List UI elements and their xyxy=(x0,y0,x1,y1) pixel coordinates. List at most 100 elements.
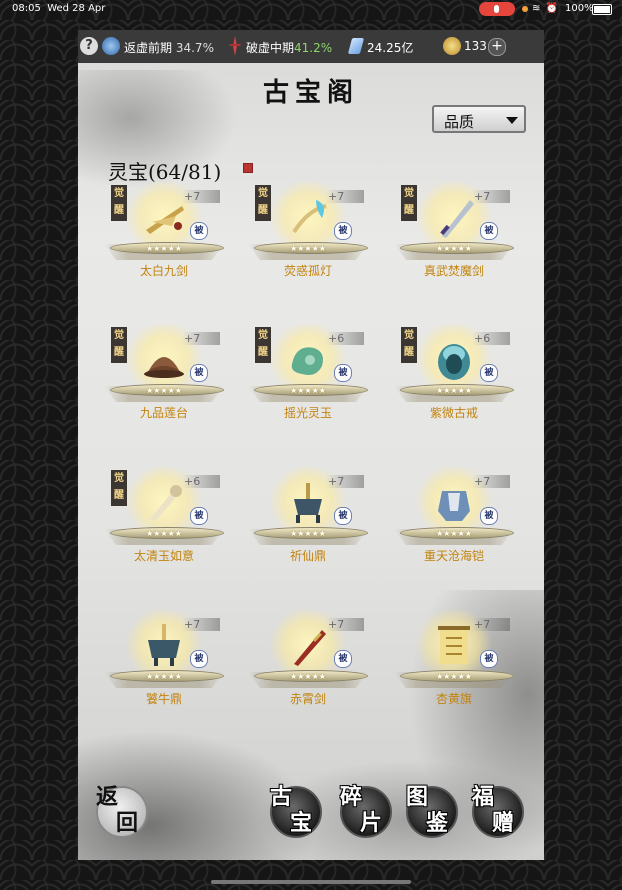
jade-icon xyxy=(291,347,323,375)
section-heading: 灵宝(64/81) xyxy=(108,160,222,184)
star-rating: ★★★★★ xyxy=(436,386,472,395)
treasure-tab-button[interactable]: 古宝 xyxy=(270,784,322,838)
cauldron-icon xyxy=(294,483,322,523)
banner-icon xyxy=(438,626,470,664)
passive-badge: 被 xyxy=(480,650,498,668)
passive-badge: 被 xyxy=(190,650,208,668)
enhance-level: +7 xyxy=(182,332,220,345)
treasure-item-card[interactable]: 觉醒 +7 被 ★★★★★ 真武焚魔剑 xyxy=(394,182,514,292)
chevron-down-icon xyxy=(506,117,518,124)
treasure-item-card[interactable]: 觉醒 +6 被 ★★★★★ 摇光灵玉 xyxy=(248,324,368,434)
coin-count: 133 xyxy=(464,39,487,53)
treasure-item-card[interactable]: 觉醒 +7 被 ★★★★★ 荧惑孤灯 xyxy=(248,182,368,292)
star-rating: ★★★★★ xyxy=(146,244,182,253)
battery-percent: 100% xyxy=(565,3,594,14)
star-rating: ★★★★★ xyxy=(290,244,326,253)
quality-filter-dropdown[interactable]: 品质 xyxy=(432,105,526,133)
enhance-level: +7 xyxy=(182,190,220,203)
passive-badge: 被 xyxy=(334,364,352,382)
wifi-alarm-icons: ≋ ⏰ xyxy=(532,3,560,14)
awakened-tag: 觉醒 xyxy=(255,185,271,221)
item-name: 太清玉如意 xyxy=(133,549,194,563)
enhance-level: +7 xyxy=(182,618,220,631)
passive-badge: 被 xyxy=(480,507,498,525)
sword-emblem-icon xyxy=(229,36,241,56)
home-indicator[interactable] xyxy=(211,880,411,884)
enhance-level: +7 xyxy=(472,475,510,488)
passive-badge: 被 xyxy=(480,222,498,240)
realm-progress-1: 返虚前期 34.7% xyxy=(124,41,214,55)
treasure-item-card[interactable]: 觉醒 +6 被 ★★★★★ 太清玉如意 xyxy=(104,467,224,577)
sword-icon xyxy=(440,200,474,238)
item-name: 重天沧海铠 xyxy=(423,549,484,563)
game-screen: ? 返虚前期 34.7% 破虚中期41.2% 24.25亿 133 + 古宝阁 … xyxy=(78,30,544,860)
passive-badge: 被 xyxy=(480,364,498,382)
passive-badge: 被 xyxy=(334,650,352,668)
star-rating: ★★★★★ xyxy=(146,529,182,538)
add-coins-button[interactable]: + xyxy=(488,38,506,56)
battery-icon xyxy=(592,4,612,15)
enhance-level: +7 xyxy=(326,475,364,488)
item-name: 赤霄剑 xyxy=(289,692,326,706)
cauldron2-icon xyxy=(148,624,180,666)
armor-icon xyxy=(438,491,470,521)
item-name: 饕牛鼎 xyxy=(145,692,182,706)
microphone-indicator-icon xyxy=(479,2,515,16)
realm-progress-2: 破虚中期41.2% xyxy=(246,41,333,55)
item-name: 真武焚魔剑 xyxy=(423,264,484,278)
lotus-icon xyxy=(144,357,184,378)
treasure-item-card[interactable]: 觉醒 +7 被 ★★★★★ 九品莲台 xyxy=(104,324,224,434)
treasure-item-card[interactable]: 觉醒 +6 被 ★★★★★ 紫微古戒 xyxy=(394,324,514,434)
resource-bar: ? 返虚前期 34.7% 破虚中期41.2% 24.25亿 133 + xyxy=(78,30,544,63)
red-sword-icon xyxy=(294,630,326,666)
enhance-level: +7 xyxy=(326,190,364,203)
enhance-level: +7 xyxy=(472,618,510,631)
gift-tab-button[interactable]: 福赠 xyxy=(472,784,524,838)
treasure-item-card[interactable]: +7 被 ★★★★★ 饕牛鼎 xyxy=(104,610,224,720)
item-name: 紫微古戒 xyxy=(429,406,478,420)
enhance-level: +6 xyxy=(326,332,364,345)
status-time: 08:05 Wed 28 Apr xyxy=(12,3,106,14)
enhance-level: +7 xyxy=(326,618,364,631)
treasure-item-card[interactable]: +7 被 ★★★★★ 杏黄旗 xyxy=(394,610,514,720)
fragments-tab-button[interactable]: 碎片 xyxy=(340,784,392,838)
passive-badge: 被 xyxy=(190,364,208,382)
lamp-icon xyxy=(292,200,327,234)
passive-badge: 被 xyxy=(334,507,352,525)
awakened-tag: 觉醒 xyxy=(401,327,417,363)
star-rating: ★★★★★ xyxy=(146,386,182,395)
back-button[interactable]: 返回 xyxy=(96,784,148,838)
page-title: 古宝阁 xyxy=(262,78,359,108)
spirit-crystal-icon xyxy=(347,38,365,54)
status-bar: 08:05 Wed 28 Apr ≋ ⏰ 100% xyxy=(0,0,622,18)
passive-badge: 被 xyxy=(334,222,352,240)
spirit-stone-count: 24.25亿 xyxy=(367,41,414,55)
coin-icon xyxy=(443,37,461,55)
treasure-item-card[interactable]: +7 被 ★★★★★ 祈仙鼎 xyxy=(248,467,368,577)
enhance-level: +7 xyxy=(472,190,510,203)
star-rating: ★★★★★ xyxy=(436,244,472,253)
item-name: 杏黄旗 xyxy=(435,692,472,706)
codex-tab-button[interactable]: 图鉴 xyxy=(406,784,458,838)
awakened-tag: 觉醒 xyxy=(401,185,417,221)
awakened-tag: 觉醒 xyxy=(111,185,127,221)
star-rating: ★★★★★ xyxy=(290,386,326,395)
help-icon[interactable]: ? xyxy=(80,37,98,55)
realm-orb-icon xyxy=(102,37,120,55)
enhance-level: +6 xyxy=(472,332,510,345)
item-name: 荧惑孤灯 xyxy=(283,264,332,278)
awakened-tag: 觉醒 xyxy=(111,470,127,506)
star-rating: ★★★★★ xyxy=(290,529,326,538)
awakened-tag: 觉醒 xyxy=(255,327,271,363)
awakened-tag: 觉醒 xyxy=(111,327,127,363)
quality-filter-label: 品质 xyxy=(444,113,475,131)
passive-badge: 被 xyxy=(190,507,208,525)
treasure-item-card[interactable]: +7 被 ★★★★★ 赤霄剑 xyxy=(248,610,368,720)
sword-bundle-icon xyxy=(146,206,184,234)
recording-dot-icon xyxy=(522,6,528,12)
item-name: 祈仙鼎 xyxy=(289,549,326,563)
treasure-item-card[interactable]: 觉醒 +7 被 ★★★★★ 太白九剑 xyxy=(104,182,224,292)
treasure-item-card[interactable]: +7 被 ★★★★★ 重天沧海铠 xyxy=(394,467,514,577)
item-name: 太白九剑 xyxy=(139,264,188,278)
ruyi-icon xyxy=(150,485,182,521)
